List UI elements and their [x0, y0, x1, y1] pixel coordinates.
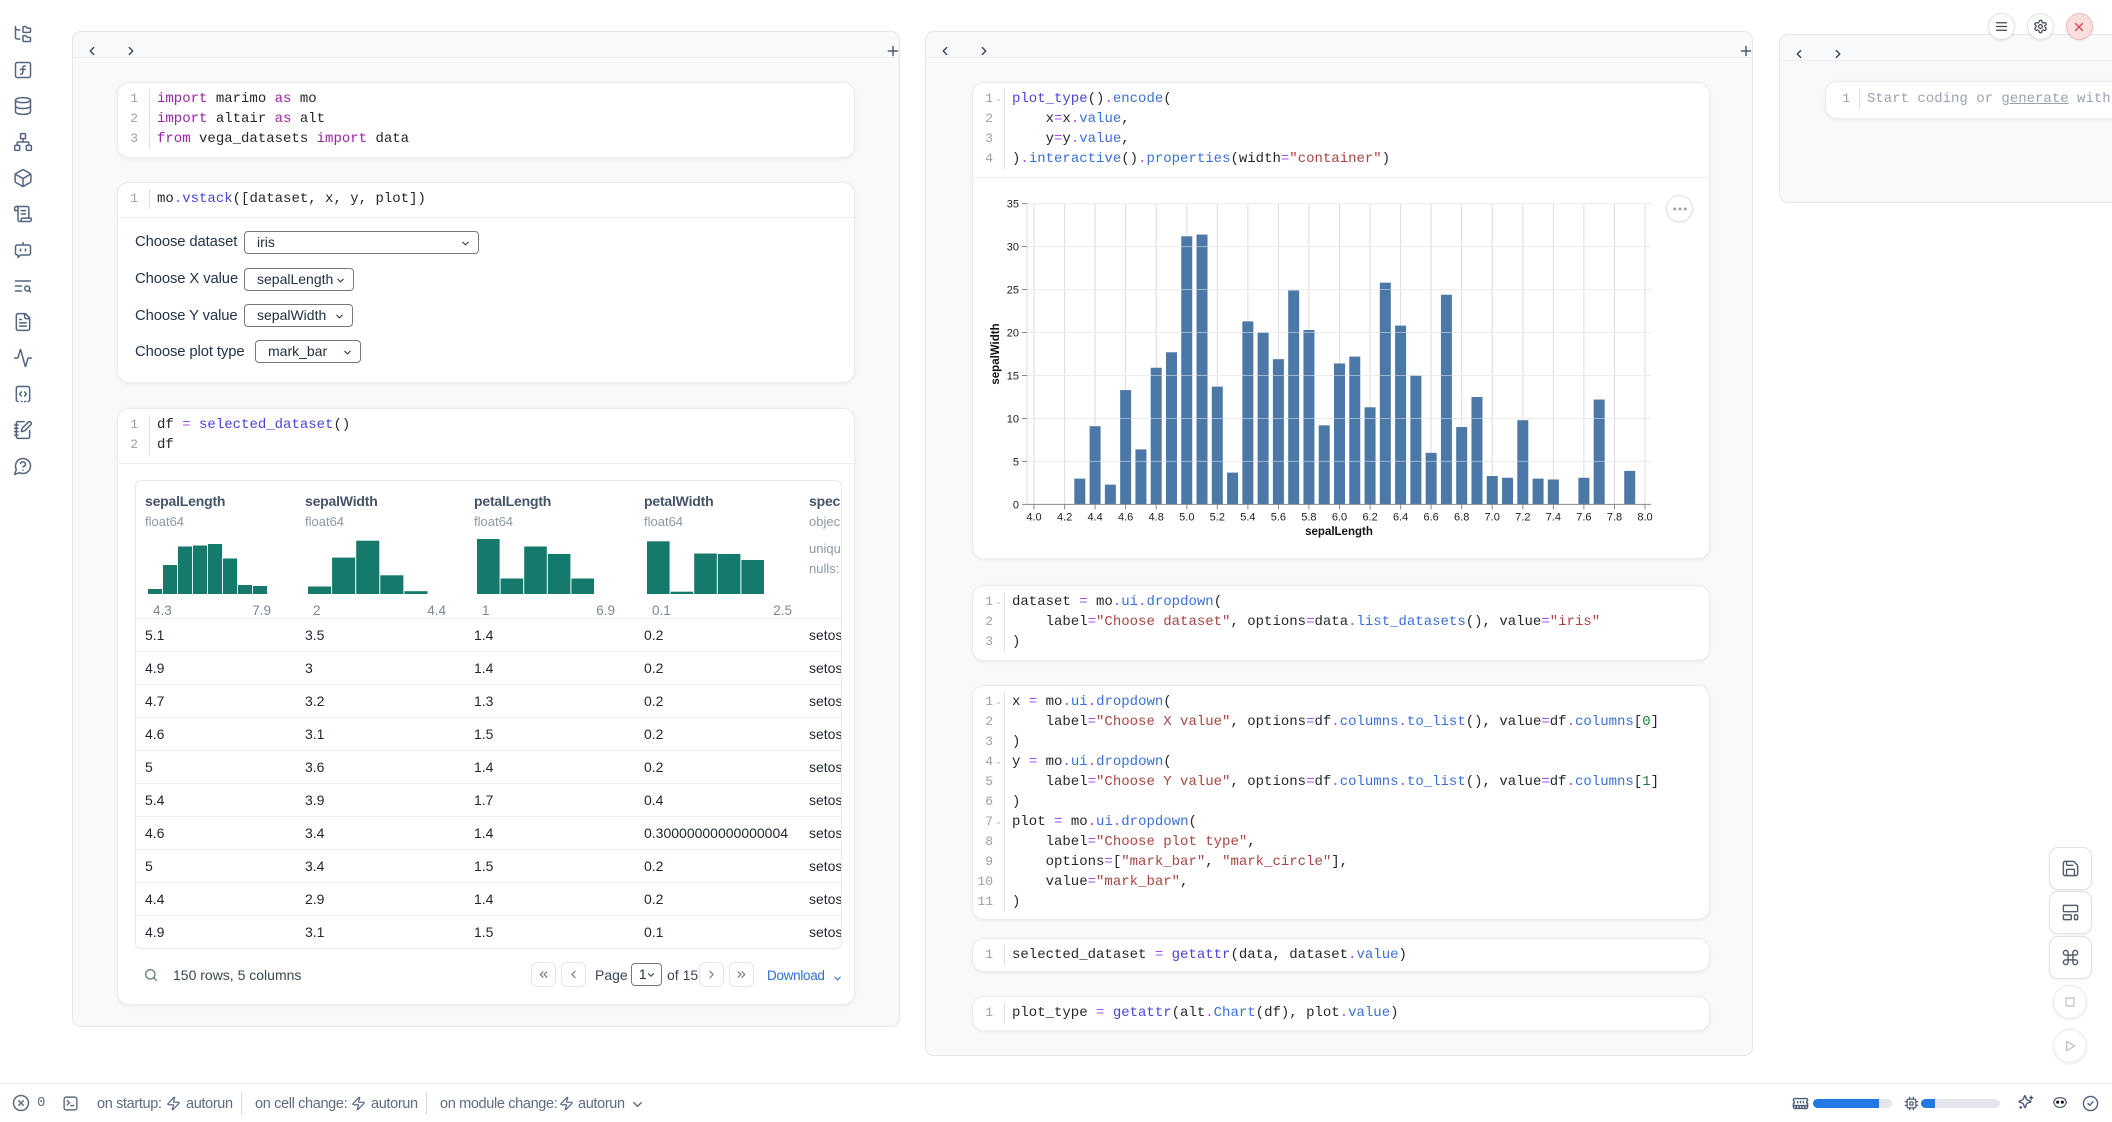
svg-text:15: 15: [1007, 371, 1019, 383]
svg-text:7.8: 7.8: [1607, 511, 1622, 523]
svg-text:5.8: 5.8: [1301, 511, 1316, 523]
svg-text:5.2: 5.2: [1210, 511, 1225, 523]
svg-text:6.0: 6.0: [1332, 511, 1347, 523]
svg-text:35: 35: [1007, 199, 1019, 211]
svg-text:30: 30: [1007, 242, 1019, 254]
svg-text:6.4: 6.4: [1393, 511, 1408, 523]
svg-text:sepalWidth: sepalWidth: [990, 323, 1002, 384]
svg-text:4.0: 4.0: [1026, 511, 1041, 523]
svg-text:6.8: 6.8: [1454, 511, 1469, 523]
svg-text:4.4: 4.4: [1087, 511, 1102, 523]
svg-text:5.6: 5.6: [1271, 511, 1286, 523]
svg-text:sepalLength: sepalLength: [1305, 526, 1373, 538]
svg-text:0: 0: [1013, 499, 1019, 511]
svg-text:20: 20: [1007, 328, 1019, 340]
svg-text:6.6: 6.6: [1423, 511, 1438, 523]
svg-text:4.8: 4.8: [1149, 511, 1164, 523]
svg-text:7.0: 7.0: [1485, 511, 1500, 523]
svg-text:4.2: 4.2: [1057, 511, 1072, 523]
svg-text:7.2: 7.2: [1515, 511, 1530, 523]
svg-text:10: 10: [1007, 414, 1019, 426]
svg-text:7.6: 7.6: [1576, 511, 1591, 523]
svg-text:6.2: 6.2: [1362, 511, 1377, 523]
svg-text:8.0: 8.0: [1637, 511, 1652, 523]
svg-text:5: 5: [1013, 456, 1019, 468]
svg-text:5.0: 5.0: [1179, 511, 1194, 523]
svg-text:25: 25: [1007, 285, 1019, 297]
svg-text:4.6: 4.6: [1118, 511, 1133, 523]
svg-text:7.4: 7.4: [1546, 511, 1561, 523]
svg-text:5.4: 5.4: [1240, 511, 1255, 523]
